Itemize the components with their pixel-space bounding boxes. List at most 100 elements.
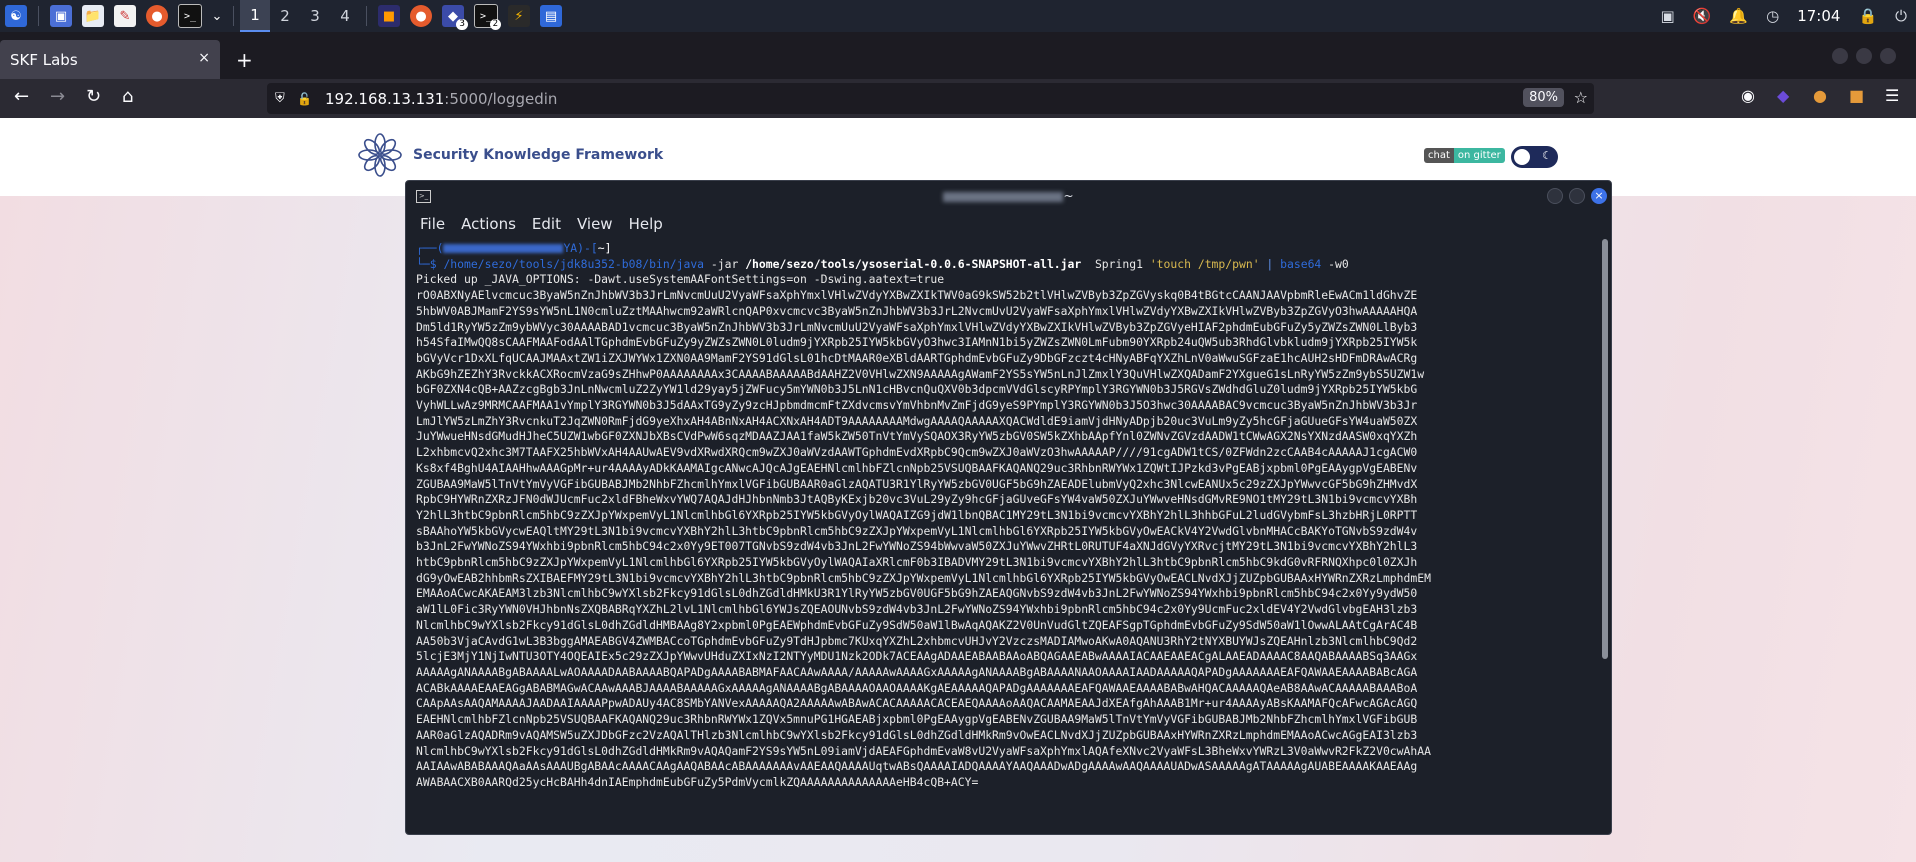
terminal-app-icon: >_ bbox=[416, 190, 431, 203]
new-tab-button[interactable]: + bbox=[236, 48, 253, 72]
terminal-icon[interactable]: >_ bbox=[178, 4, 202, 28]
theme-toggle[interactable]: ☾ bbox=[1511, 146, 1558, 168]
output-line: sBAAhoYW5kbGVycwEAQltMY29tL3N1bi9vcmcvYX… bbox=[416, 523, 1418, 538]
chevron-down-icon[interactable]: ⌄ bbox=[212, 5, 223, 27]
pocket-icon[interactable]: ◉ bbox=[1741, 86, 1755, 105]
url-path: :5000/loggedin bbox=[444, 89, 558, 108]
url-bar[interactable]: ⛨ 🔓 192.168.13.131:5000/loggedin 80% ☆ bbox=[267, 83, 1594, 114]
url-text: 192.168.13.131:5000/loggedin bbox=[325, 90, 557, 108]
maximize-button[interactable] bbox=[1856, 48, 1872, 64]
terminal-menu-bar: File Actions Edit View Help bbox=[406, 211, 1611, 237]
minimize-button[interactable] bbox=[1547, 188, 1563, 204]
screen-icon[interactable]: ▣ bbox=[1661, 7, 1675, 25]
workspace-3[interactable]: 3 bbox=[300, 0, 330, 32]
workspace-1[interactable]: 1 bbox=[240, 0, 270, 32]
menu-icon[interactable]: ☰ bbox=[1885, 86, 1899, 105]
terminal-scrollbar[interactable] bbox=[1602, 239, 1608, 659]
output-line: EAEHNlcmlhbFZlcnNpb25VSUQBAAFKAQANQ29uc3… bbox=[416, 712, 1418, 727]
insecure-lock-icon[interactable]: 🔓 bbox=[297, 92, 312, 106]
skf-brand[interactable]: Security Knowledge Framework bbox=[357, 132, 663, 178]
terminal-title-bar[interactable]: >_ ~ × bbox=[406, 181, 1611, 211]
clock[interactable]: 17:04 bbox=[1797, 7, 1840, 25]
back-icon[interactable]: ← bbox=[14, 86, 29, 107]
chat-badge-right: on gitter bbox=[1453, 148, 1505, 163]
text-editor-icon[interactable]: ✎ bbox=[114, 5, 136, 27]
output-line: AWABAACXB0AARQd25ycHcBAHh4dnIAEmphdmEubG… bbox=[416, 774, 979, 789]
power-icon[interactable]: ⏻ bbox=[1895, 7, 1907, 25]
app-window-icon[interactable]: ◆ 3 bbox=[442, 5, 468, 30]
taskbar-separator bbox=[38, 6, 39, 26]
menu-actions[interactable]: Actions bbox=[461, 215, 516, 233]
palette-extension-icon[interactable]: ● bbox=[1813, 86, 1827, 105]
output-line: Picked up _JAVA_OPTIONS: -Dawt.useSystem… bbox=[416, 272, 945, 287]
workspace-4[interactable]: 4 bbox=[330, 0, 360, 32]
bookmark-star-icon[interactable]: ☆ bbox=[1574, 88, 1588, 107]
tab-skf-labs[interactable]: SKF Labs × bbox=[0, 40, 220, 79]
minimize-button[interactable] bbox=[1832, 48, 1848, 64]
system-tray: ▣ 🔇 🔔 ◷ 17:04 🔒 ⏻ bbox=[1652, 0, 1916, 32]
output-line: L2xhbmcvQ2xhc3M7TAAFX25hbWVxAH4AAUwAEV9v… bbox=[416, 445, 1418, 460]
output-line: AKbG9hZEZhY3RvckkACXRocmVzaG9sZHhwP0AAAA… bbox=[416, 366, 1425, 381]
output-line: ZGUBAA9MaW5lTnVtYmVyVGFibGUBABJMb2NhbFZh… bbox=[416, 476, 1418, 491]
reload-icon[interactable]: ↻ bbox=[86, 86, 101, 107]
window-count-badge: 2 bbox=[489, 19, 501, 30]
firefox-window-icon[interactable]: ● bbox=[410, 5, 432, 27]
workspace-2[interactable]: 2 bbox=[270, 0, 300, 32]
chat-badge-left: chat bbox=[1424, 148, 1454, 163]
output-line: 5hbWV0ABJMamF2YS9sYW5nL1N0cmluZztMAAhwcm… bbox=[416, 303, 1418, 318]
redacted-hostname bbox=[943, 191, 1064, 202]
zoom-level[interactable]: 80% bbox=[1523, 88, 1564, 107]
url-host: 192.168.13.131 bbox=[325, 89, 445, 108]
terminal-window[interactable]: >_ ~ × File Actions Edit View Help ┌──(Y… bbox=[405, 180, 1612, 835]
output-line: NlcmlhbC9wYXlsb2Fkcy91dGlsL0dhZGdldHMBAA… bbox=[416, 617, 1418, 632]
close-button[interactable]: × bbox=[1591, 188, 1607, 204]
extension-icon[interactable]: ◆ bbox=[1777, 86, 1789, 105]
burp-suite-icon[interactable]: ■ bbox=[378, 5, 400, 27]
toggle-knob bbox=[1514, 149, 1530, 165]
maximize-button[interactable] bbox=[1569, 188, 1585, 204]
gitter-chat-badge[interactable]: chat on gitter bbox=[1424, 148, 1505, 163]
output-line: AAIAAwABABAAAQAaAAsAAAUBgABAAcAAAACAAgAA… bbox=[416, 759, 1418, 774]
forward-icon[interactable]: → bbox=[50, 86, 65, 107]
folder-window-icon[interactable]: ▤ bbox=[540, 5, 562, 27]
output-line: VyhWLLwAz9MRMCAAFMAA1vYmplY3RGYWN0b3J5dA… bbox=[416, 398, 1418, 413]
browser-nav-bar: ← → ↻ ⌂ ⛨ 🔓 192.168.13.131:5000/loggedin… bbox=[0, 79, 1916, 118]
burp-extension-icon[interactable]: ■ bbox=[1849, 86, 1864, 105]
menu-help[interactable]: Help bbox=[629, 215, 663, 233]
taskbar-separator bbox=[233, 6, 234, 26]
output-line: bGVyVcr1DxXLfqUCAAJMAAxtZW1iZXJWYWx1ZXN0… bbox=[416, 350, 1418, 365]
close-window-button[interactable] bbox=[1880, 48, 1896, 64]
kali-menu-icon[interactable]: ☯ bbox=[5, 5, 27, 27]
output-line: 5lcjE3MjY1NjIwNTU3OTY4OQEAIEx5c29zZXJpYW… bbox=[416, 649, 1418, 664]
output-line: htbC9pbnRlcm5hbC9zZXJpYWxpemVyL1NlcmlhbG… bbox=[416, 555, 1418, 570]
close-icon[interactable]: × bbox=[198, 50, 210, 66]
output-line: RpbC9HYWRnZXRzJFN0dWJUcmFuc2xldFBheWxvYW… bbox=[416, 492, 1418, 507]
lock-icon[interactable]: 🔒 bbox=[1858, 7, 1877, 25]
command-line: └─$ /home/sezo/tools/jdk8u352-b08/bin/ja… bbox=[416, 256, 1349, 271]
terminal-title: ~ bbox=[943, 189, 1074, 203]
output-line: NlcmlhbC9wYXlsb2Fkcy91dGlsL0dhZGdldHMkRm… bbox=[416, 743, 1431, 758]
output-line: ACABkAAAAEAAEAGgABABMAGwACAAwAAABJAAAABA… bbox=[416, 680, 1418, 695]
firefox-icon[interactable]: ● bbox=[146, 5, 168, 27]
clock-icon: ◷ bbox=[1766, 7, 1780, 25]
taskbar: ☯ ▣ 📁 ✎ ● >_ ⌄ 1 2 3 4 ■ ● ◆ 3 >_ 2 ⚡ ▤ ▣ … bbox=[0, 0, 1916, 32]
tab-title: SKF Labs bbox=[10, 50, 78, 69]
terminal-window-icon[interactable]: >_ 2 bbox=[474, 4, 501, 30]
terminal-output[interactable]: ┌──(YA)-[~] └─$ /home/sezo/tools/jdk8u35… bbox=[406, 239, 1597, 834]
output-line: AA50b3VjaCAvdG1wL3B3bggAMAEABGV4ZWMBACco… bbox=[416, 633, 1418, 648]
mute-icon[interactable]: 🔇 bbox=[1693, 7, 1712, 25]
output-line: JuYWwueHNsdGMudHJheC5UZW1wbGF0ZXNJbXBsCV… bbox=[416, 429, 1418, 444]
output-line: h54SfaIMwQQ8sCAAFMAAFodAAlTGphdmEvbGFuZy… bbox=[416, 335, 1418, 350]
menu-edit[interactable]: Edit bbox=[532, 215, 561, 233]
file-manager-icon[interactable]: 📁 bbox=[82, 5, 104, 27]
show-desktop-icon[interactable]: ▣ bbox=[50, 5, 72, 27]
menu-file[interactable]: File bbox=[420, 215, 445, 233]
menu-view[interactable]: View bbox=[577, 215, 613, 233]
flash-app-icon[interactable]: ⚡ bbox=[508, 5, 530, 27]
notification-bell-icon[interactable]: 🔔 bbox=[1729, 7, 1748, 25]
prompt-line: ┌──(YA)-[~] bbox=[416, 241, 612, 255]
output-line: AAAAAgANAAAABgABAAAALwAOAAAADAABAAAABQAP… bbox=[416, 664, 1418, 679]
shield-icon[interactable]: ⛨ bbox=[275, 91, 285, 106]
output-line: aW1lL0Fic3RyYWN0VHJhbnNsZXQBABRqYXZhL2lv… bbox=[416, 602, 1418, 617]
home-icon[interactable]: ⌂ bbox=[122, 86, 133, 107]
